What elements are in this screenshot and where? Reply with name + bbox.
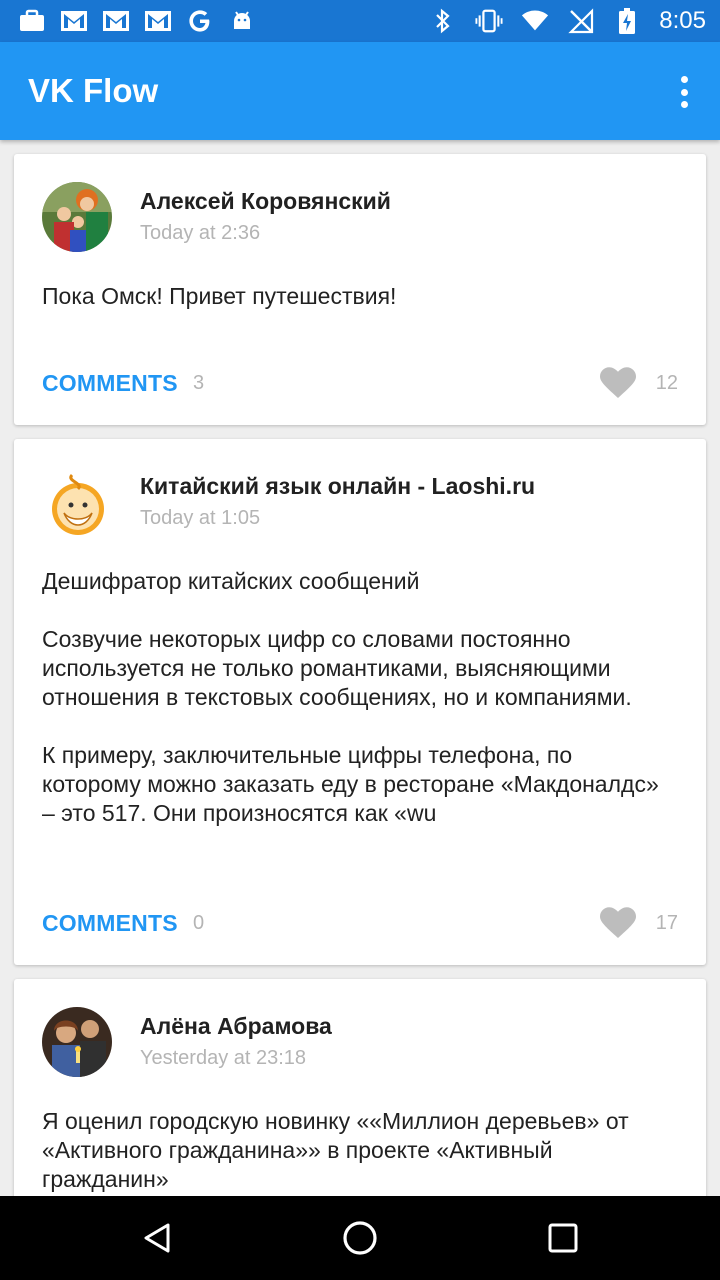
post-author[interactable]: Алёна Абрамова xyxy=(140,1013,332,1040)
post-text: Дешифратор китайских сообщений Созвучие … xyxy=(42,568,659,826)
post-card[interactable]: Китайский язык онлайн - Laoshi.ru Today … xyxy=(14,439,706,965)
post-feed[interactable]: Алексей Коровянский Today at 2:36 Пока О… xyxy=(14,154,706,1233)
post-card[interactable]: Алёна Абрамова Yesterday at 23:18 Я оцен… xyxy=(14,979,706,1219)
likes-count: 17 xyxy=(655,912,678,934)
navigation-bar xyxy=(0,1196,720,1280)
back-icon[interactable] xyxy=(136,1216,180,1260)
battery-charging-icon xyxy=(613,7,641,35)
post-text: Пока Омск! Привет путешествия! xyxy=(42,283,397,309)
post-author[interactable]: Китайский язык онлайн - Laoshi.ru xyxy=(140,473,535,500)
comments-button[interactable]: COMMENTS xyxy=(42,910,178,937)
notification-icons xyxy=(18,7,256,35)
post-text: Я оценил городскую новинку ««Миллион дер… xyxy=(42,1108,629,1192)
avatar[interactable] xyxy=(42,467,112,537)
system-icons: 8:05 xyxy=(429,0,706,42)
comments-count: 3 xyxy=(193,372,205,394)
comments-count: 0 xyxy=(193,912,205,934)
gmail-icon xyxy=(144,7,172,35)
vibrate-icon xyxy=(475,7,503,35)
post-time: Today at 1:05 xyxy=(140,507,261,529)
gmail-icon xyxy=(102,7,130,35)
post-author[interactable]: Алексей Коровянский xyxy=(140,188,391,215)
recents-icon[interactable] xyxy=(541,1216,585,1260)
overflow-menu-icon[interactable] xyxy=(676,72,692,112)
no-signal-icon xyxy=(567,7,595,35)
home-icon[interactable] xyxy=(338,1216,382,1260)
android-icon xyxy=(228,7,256,35)
post-time: Yesterday at 23:18 xyxy=(140,1047,307,1069)
briefcase-icon xyxy=(18,7,46,35)
bluetooth-icon xyxy=(429,7,457,35)
avatar[interactable] xyxy=(42,1007,112,1077)
app-bar: VK Flow xyxy=(0,42,720,140)
comments-button[interactable]: COMMENTS xyxy=(42,370,178,397)
post-card[interactable]: Алексей Коровянский Today at 2:36 Пока О… xyxy=(14,154,706,425)
app-title: VK Flow xyxy=(28,72,159,109)
status-bar: 8:05 xyxy=(0,0,720,42)
avatar[interactable] xyxy=(42,182,112,252)
like-heart-icon[interactable] xyxy=(600,907,636,939)
google-icon xyxy=(186,7,214,35)
clock: 8:05 xyxy=(659,7,706,34)
likes-count: 12 xyxy=(655,372,678,394)
like-heart-icon[interactable] xyxy=(600,367,636,399)
wifi-icon xyxy=(521,7,549,35)
post-time: Today at 2:36 xyxy=(140,222,261,244)
gmail-icon xyxy=(60,7,88,35)
